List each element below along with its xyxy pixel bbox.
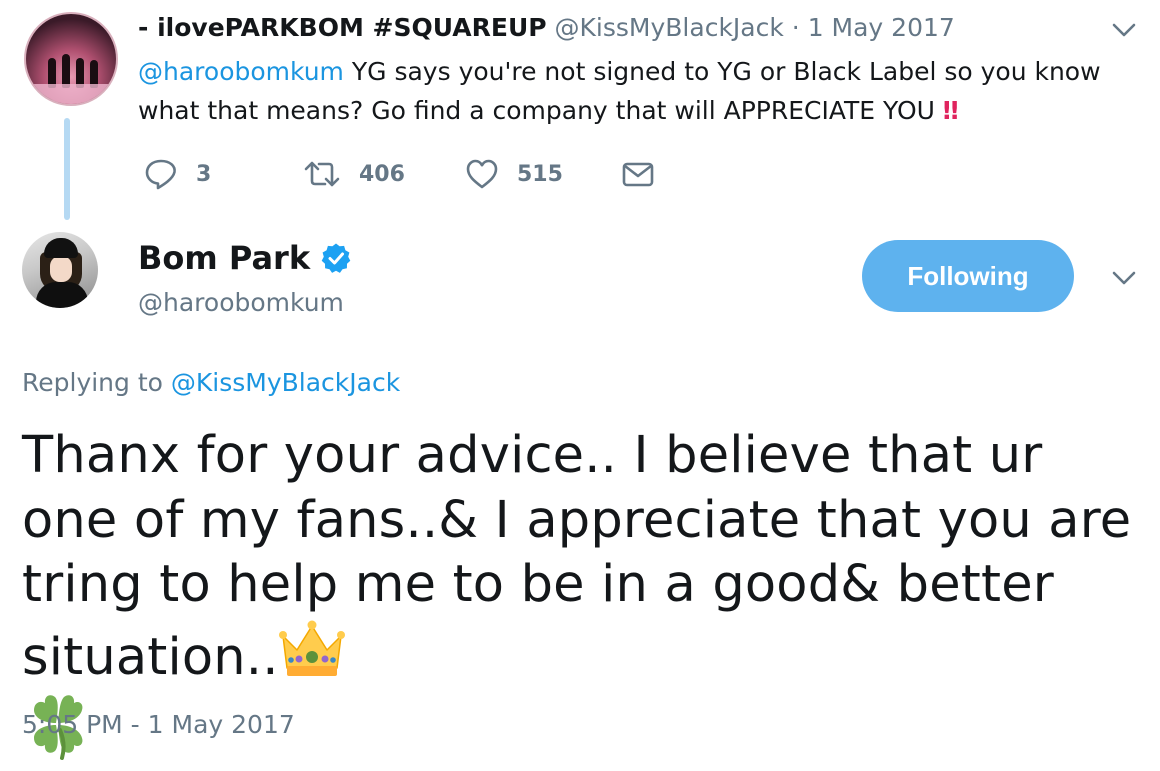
verified-badge-icon	[321, 243, 351, 273]
reply-button[interactable]: 3	[144, 156, 211, 192]
thread-connector-line	[64, 118, 70, 220]
heart-icon	[466, 159, 498, 189]
author-avatar[interactable]	[22, 232, 98, 308]
reply-count: 3	[196, 161, 212, 187]
chevron-down-icon[interactable]	[1110, 18, 1138, 42]
header-separator: ·	[783, 13, 808, 42]
direct-message-button[interactable]	[620, 156, 656, 192]
author-name-row: Bom Park	[138, 236, 352, 280]
parent-date[interactable]: 1 May 2017	[808, 13, 955, 42]
replying-to-handle-link[interactable]: @KissMyBlackJack	[171, 368, 400, 397]
envelope-icon	[622, 162, 654, 187]
tweet-timestamp[interactable]: 5:05 PM - 1 May 2017	[22, 706, 295, 744]
retweet-icon	[304, 161, 340, 187]
author-display-name[interactable]: Bom Park	[138, 236, 310, 280]
following-button[interactable]: Following	[862, 240, 1074, 312]
reply-icon	[145, 159, 176, 190]
replying-to: Replying to @KissMyBlackJack	[22, 364, 400, 402]
parent-tweet-text: @haroobomkum YG says you're not signed t…	[138, 52, 1128, 130]
retweet-count: 406	[359, 161, 405, 187]
parent-display-name[interactable]: - ilovePARKBOM #SQUAREUP	[138, 13, 547, 42]
author-handle[interactable]: @haroobomkum	[138, 284, 344, 322]
crown-icon	[278, 620, 345, 676]
retweet-button[interactable]: 406	[303, 156, 405, 192]
chevron-down-icon[interactable]	[1110, 266, 1138, 290]
mention-link[interactable]: @haroobomkum	[138, 57, 344, 86]
like-button[interactable]: 515	[465, 156, 563, 192]
like-count: 515	[517, 161, 563, 187]
parent-avatar[interactable]	[24, 12, 118, 106]
double-exclamation-emoji: ‼	[942, 96, 959, 125]
parent-tweet-header: - ilovePARKBOM #SQUAREUP @KissMyBlackJac…	[138, 12, 955, 44]
replying-to-label: Replying to	[22, 368, 171, 397]
tweet-body: Thanx for your advice.. I believe that u…	[22, 426, 1132, 687]
parent-handle[interactable]: @KissMyBlackJack	[555, 13, 784, 42]
